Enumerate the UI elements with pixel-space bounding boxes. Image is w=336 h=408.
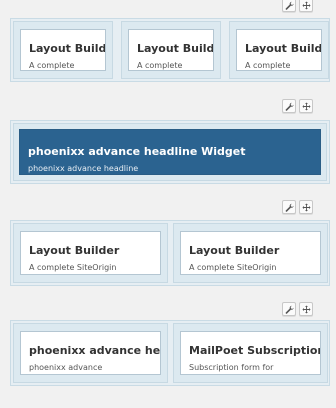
wrench-icon bbox=[285, 203, 294, 212]
row-1-cell-2: Layout Build A complete bbox=[121, 21, 221, 79]
row-4-cell-2: MailPoet Subscription Subscription form … bbox=[173, 323, 328, 383]
widget-title: Layout Build bbox=[29, 42, 106, 55]
widget-card[interactable]: Layout Builder A complete SiteOrigin bbox=[180, 231, 321, 275]
move-arrows-icon bbox=[301, 202, 311, 212]
widget-description: A complete bbox=[29, 61, 75, 70]
row-3-cell-2: Layout Builder A complete SiteOrigin bbox=[173, 223, 328, 283]
widget-description: A complete SiteOrigin bbox=[189, 263, 277, 272]
row-4-toolbar bbox=[282, 302, 313, 316]
row-1-cell-3: Layout Build A complete bbox=[229, 21, 329, 79]
widget-title: Layout Builder bbox=[29, 244, 120, 257]
wrench-icon bbox=[285, 102, 294, 111]
widget-description: A complete SiteOrigin bbox=[29, 263, 117, 272]
row-1-move-button[interactable] bbox=[299, 0, 313, 12]
row-3-toolbar bbox=[282, 200, 313, 214]
wrench-icon bbox=[285, 1, 294, 10]
widget-title: Layout Build bbox=[245, 42, 322, 55]
row-2-move-button[interactable] bbox=[299, 99, 313, 113]
row-1-edit-button[interactable] bbox=[282, 0, 296, 12]
row-2-edit-button[interactable] bbox=[282, 99, 296, 113]
row-3-edit-button[interactable] bbox=[282, 200, 296, 214]
layout-row-3: Layout Builder A complete SiteOrigin Lay… bbox=[10, 220, 330, 286]
row-2-cell-1: phoenixx advance headline Widget phoenix… bbox=[13, 123, 327, 181]
row-4-edit-button[interactable] bbox=[282, 302, 296, 316]
widget-description: A complete bbox=[137, 61, 183, 70]
widget-title: phoenixx advance headline Widget bbox=[28, 145, 246, 158]
widget-card-selected[interactable]: phoenixx advance headline Widget phoenix… bbox=[19, 129, 321, 175]
wrench-icon bbox=[285, 305, 294, 314]
row-3-move-button[interactable] bbox=[299, 200, 313, 214]
layout-row-1: Layout Build A complete Layout Build A c… bbox=[10, 18, 330, 82]
widget-card[interactable]: phoenixx advance he phoenixx advance bbox=[20, 331, 161, 375]
widget-card[interactable]: MailPoet Subscription Subscription form … bbox=[180, 331, 321, 375]
row-2-toolbar bbox=[282, 99, 313, 113]
widget-description: A complete bbox=[245, 61, 291, 70]
move-arrows-icon bbox=[301, 304, 311, 314]
widget-description: phoenixx advance bbox=[29, 363, 103, 372]
move-arrows-icon bbox=[301, 101, 311, 111]
layout-row-2: phoenixx advance headline Widget phoenix… bbox=[10, 120, 330, 184]
widget-card[interactable]: Layout Build A complete bbox=[20, 29, 106, 71]
widget-description: phoenixx advance headline bbox=[28, 164, 139, 173]
row-4-move-button[interactable] bbox=[299, 302, 313, 316]
widget-title: MailPoet Subscription bbox=[189, 344, 321, 357]
widget-title: phoenixx advance he bbox=[29, 344, 161, 357]
widget-title: Layout Builder bbox=[189, 244, 280, 257]
row-3-cell-1: Layout Builder A complete SiteOrigin bbox=[13, 223, 168, 283]
row-1-toolbar bbox=[282, 0, 313, 12]
row-1-cell-1: Layout Build A complete bbox=[13, 21, 113, 79]
widget-card[interactable]: Layout Build A complete bbox=[128, 29, 214, 71]
move-arrows-icon bbox=[301, 0, 311, 10]
row-4-cell-1: phoenixx advance he phoenixx advance bbox=[13, 323, 168, 383]
widget-description: Subscription form for bbox=[189, 363, 274, 372]
widget-title: Layout Build bbox=[137, 42, 214, 55]
widget-card[interactable]: Layout Build A complete bbox=[236, 29, 322, 71]
widget-card[interactable]: Layout Builder A complete SiteOrigin bbox=[20, 231, 161, 275]
layout-row-4: phoenixx advance he phoenixx advance Mai… bbox=[10, 320, 330, 386]
